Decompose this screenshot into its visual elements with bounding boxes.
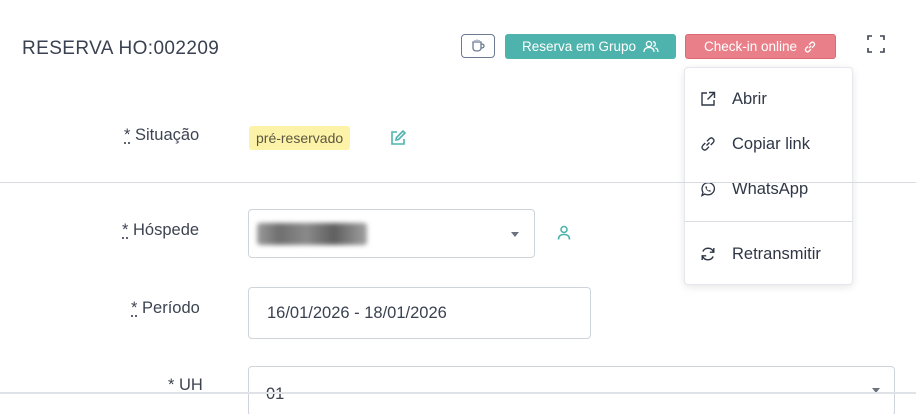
- window-bottom-edge: [0, 392, 916, 394]
- hospede-label-text: Hóspede: [133, 221, 199, 239]
- periodo-label-text: Período: [142, 299, 200, 317]
- section-divider: [0, 182, 916, 183]
- uh-select[interactable]: 01: [248, 366, 895, 414]
- link-icon: [803, 40, 817, 54]
- external-link-icon: [698, 89, 718, 109]
- required-mark: *: [131, 299, 137, 317]
- required-mark: *: [122, 221, 128, 239]
- hospede-label: * Hóspede: [122, 221, 199, 240]
- coffee-button[interactable]: [461, 34, 495, 58]
- link-icon: [698, 134, 718, 154]
- user-icon[interactable]: [555, 224, 573, 242]
- guest-name-redacted: [257, 223, 367, 245]
- required-mark: *: [124, 126, 130, 144]
- group-reservation-label: Reserva em Grupo: [522, 39, 636, 54]
- fullscreen-icon[interactable]: [866, 34, 886, 54]
- page-title: RESERVA HO:002209: [22, 38, 219, 60]
- menu-item-label: Copiar link: [732, 135, 810, 154]
- checkin-online-label: Check-in online: [704, 39, 797, 54]
- guest-select[interactable]: [248, 209, 535, 258]
- menu-item-label: Abrir: [732, 90, 767, 109]
- status-badge: pré-reservado: [249, 126, 350, 150]
- period-date-range-input[interactable]: 16/01/2026 - 18/01/2026: [248, 287, 591, 339]
- uh-select-value: 01: [266, 385, 284, 404]
- menu-item-label: Retransmitir: [732, 245, 821, 264]
- menu-item-whatsapp[interactable]: WhatsApp: [685, 174, 852, 204]
- periodo-label: * Período: [131, 299, 200, 318]
- edit-icon[interactable]: [389, 129, 407, 147]
- chevron-down-icon: [511, 232, 519, 237]
- menu-item-retransmitir[interactable]: Retransmitir: [685, 239, 852, 269]
- refresh-icon: [698, 244, 718, 264]
- menu-divider: [685, 221, 852, 222]
- coffee-cup-icon: [470, 39, 486, 53]
- checkin-online-button[interactable]: Check-in online: [685, 34, 836, 59]
- group-reservation-button[interactable]: Reserva em Grupo: [505, 34, 676, 59]
- menu-item-abrir[interactable]: Abrir: [685, 84, 852, 114]
- checkin-dropdown-menu: Abrir Copiar link WhatsApp Retransmitir: [684, 67, 853, 285]
- menu-item-copiar-link[interactable]: Copiar link: [685, 129, 852, 159]
- situacao-label-text: Situação: [135, 126, 199, 144]
- users-icon: [643, 40, 659, 53]
- situacao-label: * Situação: [124, 126, 199, 145]
